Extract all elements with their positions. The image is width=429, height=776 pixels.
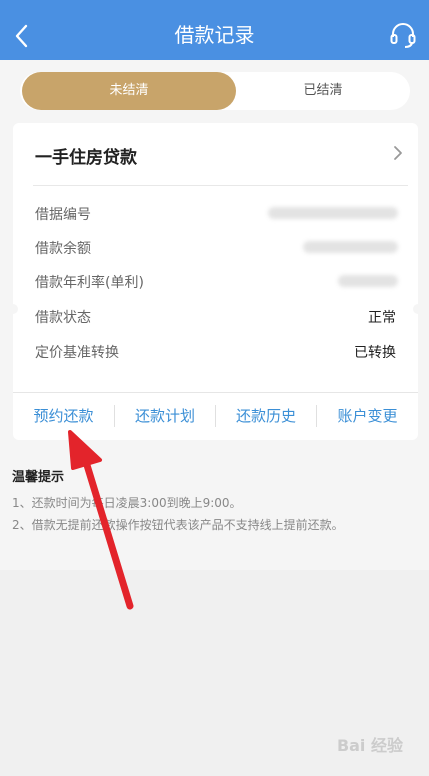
chevron-right-icon [394, 146, 402, 160]
info-label: 借据编号 [35, 207, 91, 223]
tips-title: 温馨提示 [12, 470, 65, 485]
redacted-value [303, 241, 398, 253]
info-label: 借款年利率(单利) [35, 275, 144, 291]
info-row-interest-rate: 借款年利率(单利) [13, 269, 418, 293]
loan-card: 一手住房贷款 借据编号 借款余额 借款年利率(单利) 借款状态 正常 定价基准转… [8, 123, 423, 440]
status-tabs: 未结清 已结清 [20, 72, 410, 110]
schedule-repayment-button[interactable]: 预约还款 [13, 393, 114, 439]
section-divider [33, 185, 408, 186]
info-row-pricing-conversion: 定价基准转换 已转换 [13, 339, 418, 363]
tab-settled[interactable]: 已结清 [236, 72, 410, 110]
tip-item: 1、还款时间为每日凌晨3:00到晚上9:00。 [12, 496, 242, 510]
page-title: 借款记录 [174, 23, 255, 47]
info-label: 借款状态 [35, 310, 91, 326]
info-label: 定价基准转换 [35, 345, 119, 361]
loan-title: 一手住房贷款 [35, 148, 137, 168]
repayment-history-button[interactable]: 还款历史 [216, 393, 316, 439]
headset-icon[interactable] [389, 20, 417, 50]
info-value: 已转换 [354, 345, 396, 361]
info-row-loan-number: 借据编号 [13, 201, 418, 225]
redacted-value [268, 207, 398, 219]
account-change-button[interactable]: 账户变更 [317, 393, 418, 439]
app-header: 借款记录 [0, 0, 429, 60]
info-row-balance: 借款余额 [13, 235, 418, 259]
watermark: Bai 经验 [336, 736, 403, 755]
redacted-value [338, 275, 398, 287]
repayment-plan-button[interactable]: 还款计划 [115, 393, 215, 439]
info-row-loan-status: 借款状态 正常 [13, 304, 418, 328]
info-label: 借款余额 [35, 241, 91, 257]
tip-item: 2、借款无提前还款操作按钮代表该产品不支持线上提前还款。 [12, 518, 344, 532]
loan-header[interactable]: 一手住房贷款 [13, 123, 418, 185]
tab-unsettled[interactable]: 未结清 [22, 72, 236, 110]
info-value: 正常 [368, 310, 396, 326]
action-bar: 预约还款 还款计划 还款历史 账户变更 [13, 393, 418, 439]
